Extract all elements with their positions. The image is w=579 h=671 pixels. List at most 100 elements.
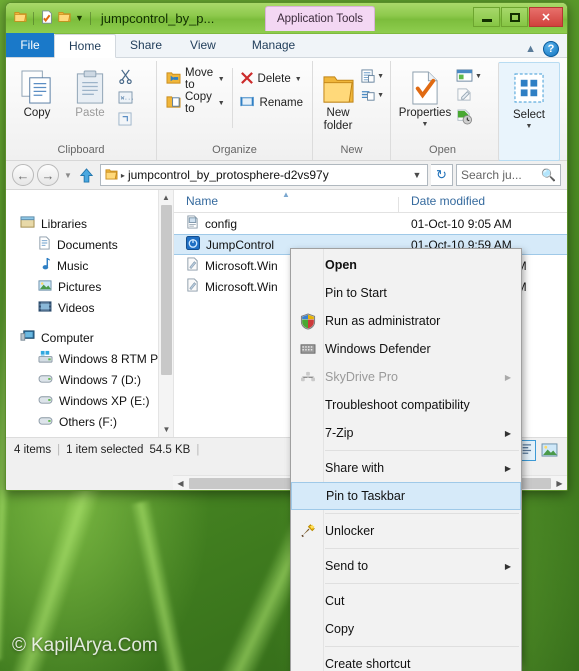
scroll-right-icon[interactable]: ▶ [552, 479, 567, 488]
refresh-button[interactable]: ↻ [431, 164, 453, 186]
sidebar-item-label: Libraries [41, 216, 88, 231]
tab-home[interactable]: Home [54, 34, 117, 58]
history-button[interactable] [456, 109, 482, 128]
copy-button[interactable]: Copy [12, 64, 62, 119]
back-button[interactable]: ← [12, 164, 34, 186]
watermark: © KapilArya.Com [12, 635, 158, 657]
sidebar-item-pictures[interactable]: Pictures [6, 276, 173, 297]
new-item-chevron-down-icon[interactable]: ▼ [377, 73, 384, 80]
scroll-up-icon[interactable]: ▲ [159, 190, 173, 205]
menu-item-windows-defender[interactable]: Windows Defender [291, 335, 521, 363]
copy-to-button[interactable]: Copy to ▼ [163, 91, 228, 115]
forward-button[interactable]: → [37, 164, 59, 186]
new-folder-icon[interactable] [58, 10, 71, 26]
recent-locations-chevron-down-icon[interactable]: ▼ [62, 171, 74, 180]
column-header-name[interactable]: Name ▲ [174, 190, 399, 213]
menu-item-pin-to-taskbar[interactable]: Pin to Taskbar [291, 482, 521, 510]
submenu-arrow-icon: ▶ [504, 463, 511, 473]
minimize-button[interactable] [473, 7, 500, 27]
paste-shortcut-icon[interactable] [118, 111, 133, 129]
rename-label: Rename [259, 97, 303, 109]
sidebar-item-others-drive[interactable]: Others (F:) [6, 411, 173, 432]
sidebar-item-music[interactable]: Music [6, 255, 173, 276]
address-chevron-down-icon[interactable]: ▼ [409, 165, 425, 185]
edit-button[interactable] [456, 87, 482, 105]
column-header-date[interactable]: Date modified [399, 194, 485, 208]
menu-item-label: Run as administrator [325, 314, 441, 328]
menu-item-7-zip[interactable]: 7-Zip ▶ [291, 419, 521, 447]
open-button[interactable]: ▼ [456, 69, 482, 83]
sidebar-item-windows-8-drive[interactable]: Windows 8 RTM P [6, 348, 173, 369]
table-row[interactable]: config 01-Oct-10 9:05 AM [174, 213, 567, 234]
nav-scroll-thumb[interactable] [161, 205, 172, 375]
large-icons-view-button[interactable] [538, 440, 561, 461]
menu-item-pin-to-start[interactable]: Pin to Start [291, 279, 521, 307]
open-chevron-down-icon[interactable]: ▼ [475, 73, 482, 80]
menu-item-open[interactable]: Open [291, 251, 521, 279]
folder-icon[interactable] [14, 10, 27, 26]
close-button[interactable]: ✕ [529, 7, 563, 27]
move-to-button[interactable]: Move to ▼ [163, 67, 228, 91]
title-bar[interactable]: ▼ jumpcontrol_by_p... Application Tools … [6, 3, 567, 34]
copy-to-chevron-down-icon[interactable]: ▼ [218, 100, 225, 107]
select-chevron-down-icon[interactable]: ▼ [526, 123, 533, 130]
menu-item-run-as-administrator[interactable]: Run as administrator [291, 307, 521, 335]
copyright-icon: © [12, 635, 26, 656]
properties-icon[interactable] [40, 9, 54, 27]
tab-view[interactable]: View [176, 33, 230, 57]
tab-file-label: File [20, 37, 40, 52]
nav-pane-scrollbar[interactable]: ▲ ▼ [158, 190, 173, 437]
copy-path-icon[interactable]: W... [118, 91, 134, 107]
maximize-button[interactable] [501, 7, 528, 27]
breadcrumb[interactable]: jumpcontrol_by_protosphere-d2vs97y [128, 168, 406, 182]
qat-separator [33, 11, 34, 25]
breadcrumb-separator[interactable]: ▸ [121, 171, 125, 180]
tab-manage[interactable]: Manage [230, 33, 317, 57]
scroll-left-icon[interactable]: ◀ [173, 479, 188, 488]
contextual-tab-application-tools[interactable]: Application Tools [265, 6, 375, 31]
search-input[interactable]: Search ju... [461, 168, 538, 182]
move-to-chevron-down-icon[interactable]: ▼ [218, 76, 225, 83]
tab-file[interactable]: File [6, 33, 54, 57]
menu-item-send-to[interactable]: Send to ▶ [291, 552, 521, 580]
sidebar-item-computer[interactable]: Computer [6, 327, 173, 348]
menu-item-create-shortcut[interactable]: Create shortcut [291, 650, 521, 671]
sidebar-item-label: Windows 7 (D:) [59, 372, 142, 387]
menu-item-share-with[interactable]: Share with ▶ [291, 454, 521, 482]
new-item-button[interactable]: ▼ [360, 69, 384, 84]
select-button[interactable]: Select ▼ [505, 66, 553, 130]
easy-access-button[interactable]: ▼ [360, 88, 384, 103]
defender-icon [291, 342, 325, 356]
up-button[interactable] [77, 167, 97, 183]
rename-button[interactable]: Rename [237, 93, 306, 113]
properties-chevron-down-icon[interactable]: ▼ [422, 121, 429, 128]
address-bar[interactable]: ▸ jumpcontrol_by_protosphere-d2vs97y ▼ [99, 164, 428, 186]
delete-button[interactable]: Delete ▼ [237, 69, 306, 89]
tab-view-label: View [190, 37, 216, 52]
qat-chevron-down-icon[interactable]: ▼ [75, 13, 84, 23]
menu-item-copy[interactable]: Copy [291, 615, 521, 643]
menu-item-troubleshoot-compatibility[interactable]: Troubleshoot compatibility [291, 391, 521, 419]
sidebar-item-windows-xp-drive[interactable]: Windows XP (E:) [6, 390, 173, 411]
scroll-down-icon[interactable]: ▼ [159, 422, 173, 437]
new-folder-button[interactable]: New folder [319, 64, 357, 133]
menu-item-unlocker[interactable]: Unlocker [291, 517, 521, 545]
easy-access-chevron-down-icon[interactable]: ▼ [377, 92, 384, 99]
sidebar-item-libraries[interactable]: Libraries [6, 213, 173, 234]
menu-item-skydrive-pro[interactable]: SkyDrive Pro ▶ [291, 363, 521, 391]
sidebar-item-windows-7-drive[interactable]: Windows 7 (D:) [6, 369, 173, 390]
tab-share[interactable]: Share [116, 33, 176, 57]
search-box[interactable]: Search ju... 🔍 [456, 164, 561, 186]
menu-item-cut[interactable]: Cut [291, 587, 521, 615]
help-button[interactable]: ? [543, 41, 559, 57]
collapse-ribbon-icon[interactable]: ▲ [525, 43, 536, 55]
delete-chevron-down-icon[interactable]: ▼ [295, 76, 302, 83]
paste-button[interactable]: Paste [65, 64, 115, 119]
tab-share-label: Share [130, 37, 163, 52]
copy-label: Copy [23, 107, 51, 119]
properties-button[interactable]: Properties ▼ [397, 64, 453, 128]
selection-label: 1 item selected [66, 444, 144, 456]
cut-scissors-icon[interactable] [118, 69, 133, 87]
sidebar-item-documents[interactable]: Documents [6, 234, 173, 255]
sidebar-item-videos[interactable]: Videos [6, 297, 173, 318]
